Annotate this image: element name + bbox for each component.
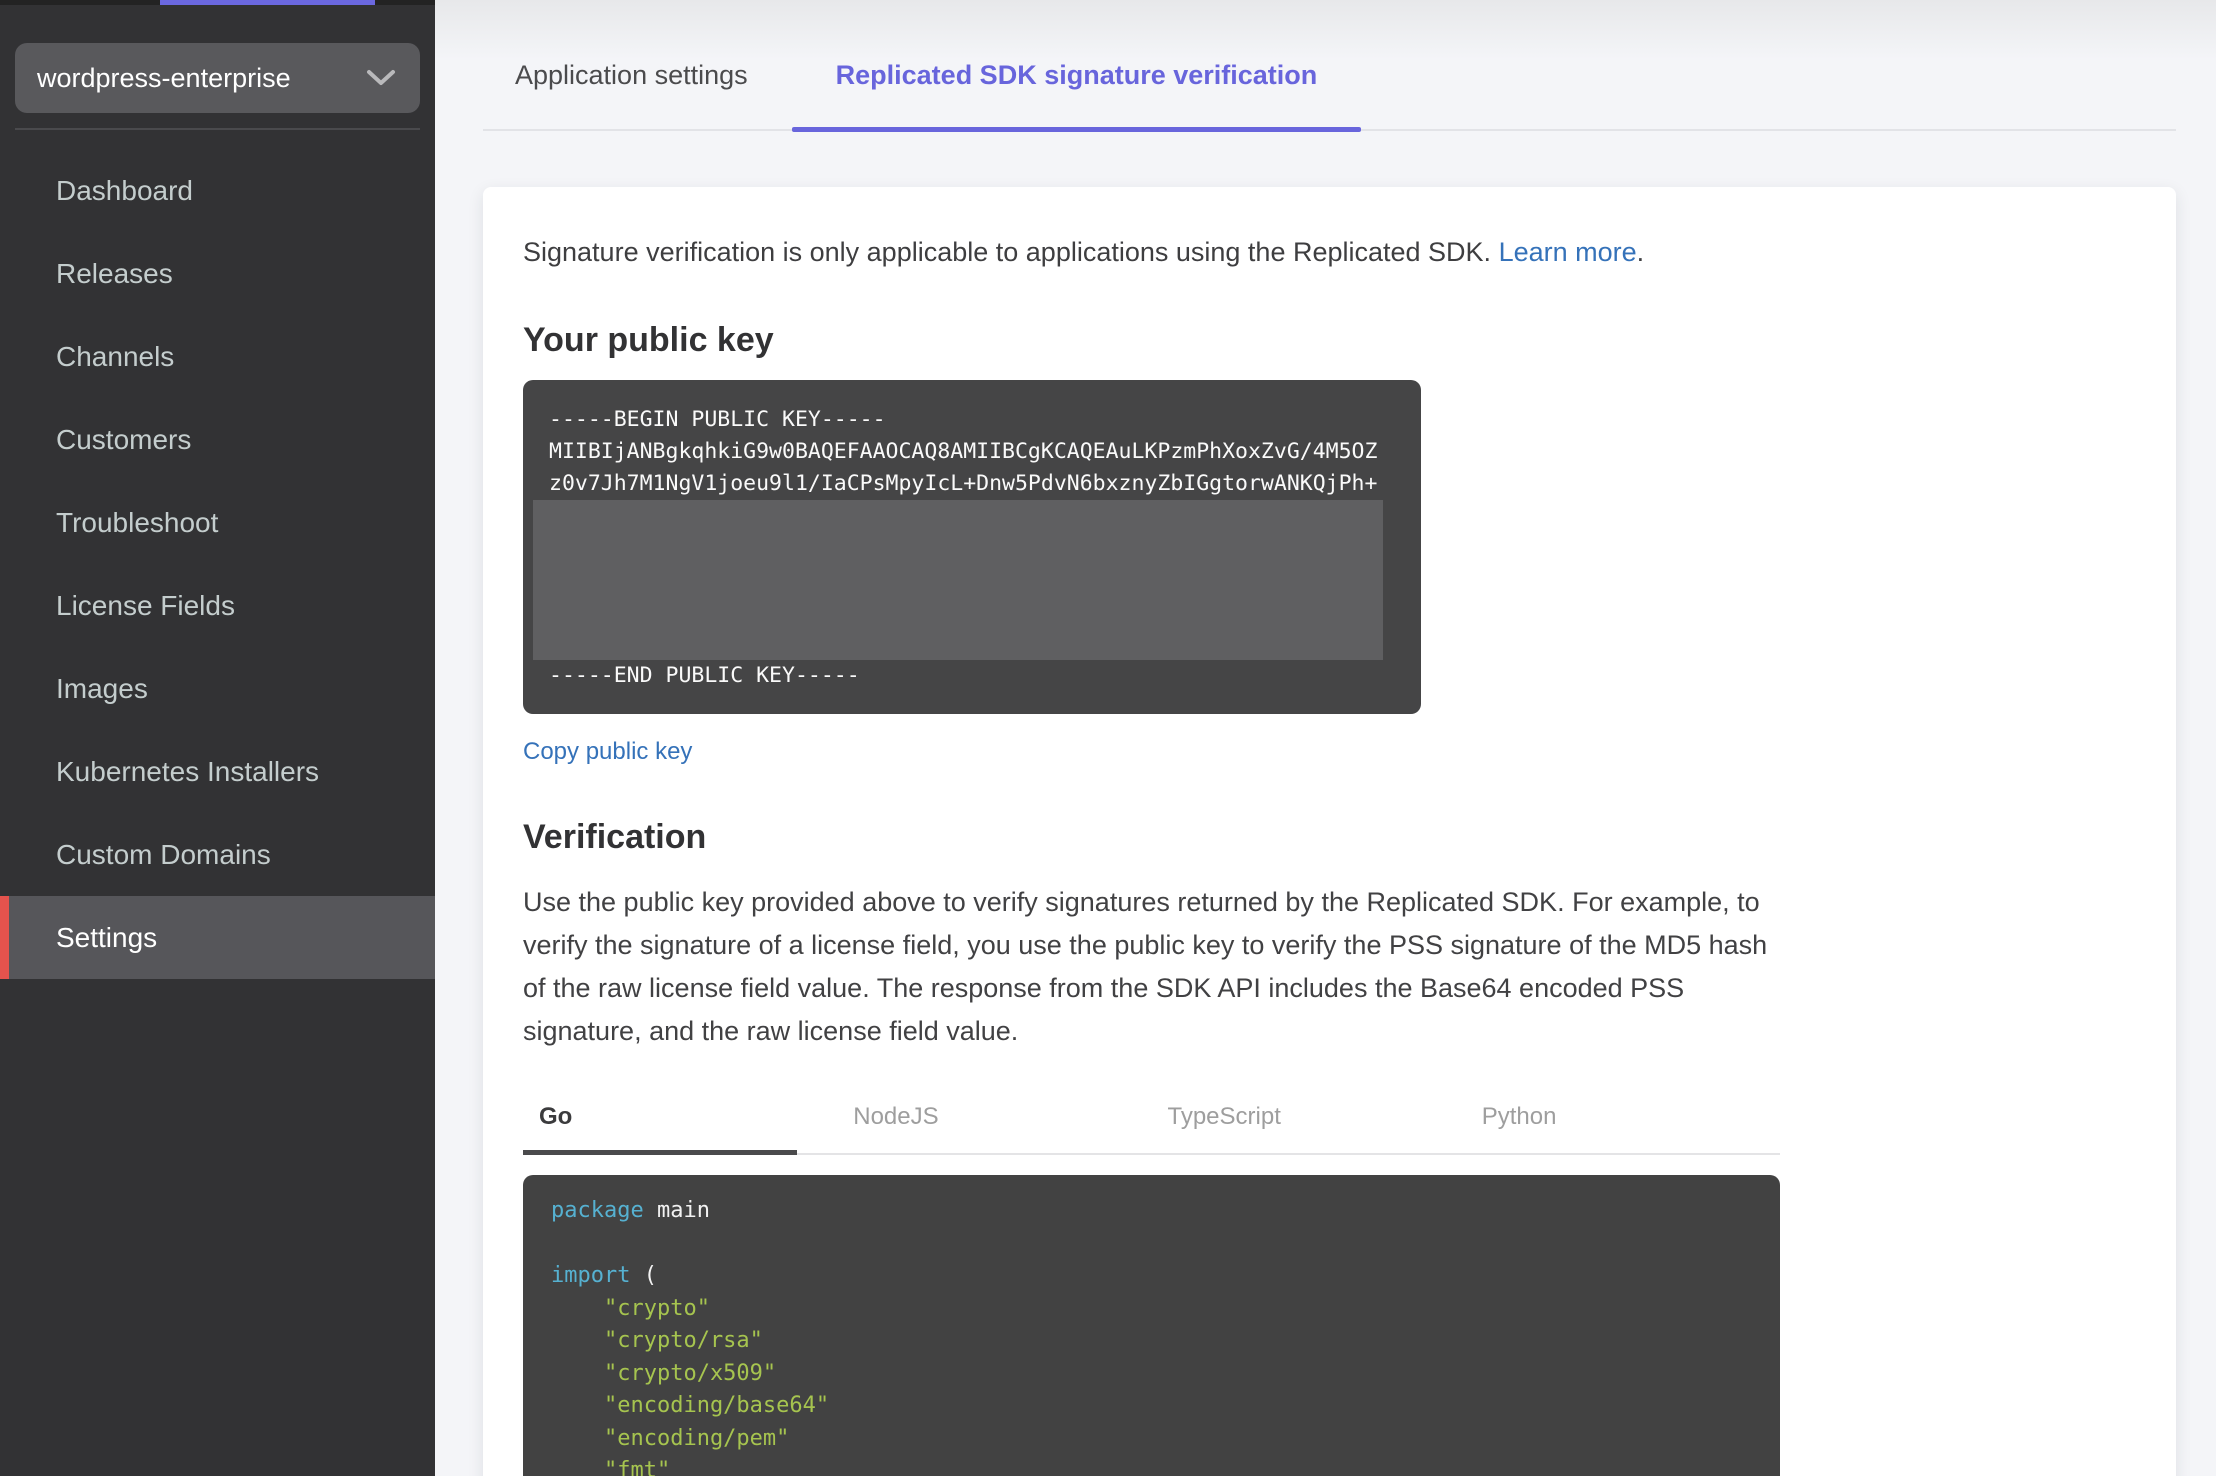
- top-progress-strip: [0, 0, 435, 5]
- code-line: package main: [523, 1195, 1780, 1228]
- copy-public-key-link[interactable]: Copy public key: [523, 738, 692, 766]
- intro-text: Signature verification is only applicabl…: [523, 235, 2136, 269]
- code-line: "encoding/pem": [523, 1423, 1780, 1456]
- public-key-heading: Your public key: [523, 321, 774, 359]
- redacted-key-area: [533, 500, 1383, 660]
- language-tabs: Go NodeJS TypeScript Python: [523, 1089, 1780, 1155]
- code-line: "crypto/x509": [523, 1358, 1780, 1391]
- code-token: "crypto/rsa": [551, 1328, 763, 1353]
- sidebar-item-customers[interactable]: Customers: [0, 398, 435, 481]
- code-line: import (: [523, 1260, 1780, 1293]
- sidebar-item-releases[interactable]: Releases: [0, 232, 435, 315]
- verification-heading: Verification: [523, 818, 707, 856]
- sidebar-item-custom-domains[interactable]: Custom Domains: [0, 813, 435, 896]
- sidebar-item-license-fields[interactable]: License Fields: [0, 564, 435, 647]
- tab-typescript[interactable]: TypeScript: [1152, 1089, 1466, 1153]
- code-line: "crypto": [523, 1293, 1780, 1326]
- sidebar-item-settings[interactable]: Settings: [0, 896, 435, 979]
- code-token: "encoding/pem": [551, 1425, 790, 1451]
- code-line: "fmt": [523, 1455, 1780, 1476]
- page: wordpress-enterprise Dashboard Releases …: [0, 0, 2216, 1476]
- sidebar-nav: Dashboard Releases Channels Customers Tr…: [0, 149, 435, 979]
- code-token: "fmt": [551, 1458, 671, 1476]
- sidebar-item-dashboard[interactable]: Dashboard: [0, 149, 435, 232]
- sidebar: wordpress-enterprise Dashboard Releases …: [0, 0, 435, 1476]
- intro-sentence: Signature verification is only applicabl…: [523, 237, 1499, 267]
- learn-more-link[interactable]: Learn more: [1499, 237, 1637, 267]
- tab-nodejs[interactable]: NodeJS: [837, 1089, 1151, 1153]
- settings-tabs: Application settings Replicated SDK sign…: [483, 0, 2176, 132]
- main-content: Application settings Replicated SDK sign…: [435, 0, 2216, 1476]
- code-token: "encoding/base64": [551, 1393, 830, 1418]
- code-token: (: [643, 1263, 657, 1288]
- code-line: "crypto/rsa": [523, 1325, 1780, 1358]
- verification-description: Use the public key provided above to ver…: [523, 887, 1768, 1046]
- chevron-down-icon: [366, 63, 396, 94]
- app-selector-label: wordpress-enterprise: [37, 62, 291, 93]
- tab-python[interactable]: Python: [1466, 1089, 1780, 1153]
- sidebar-item-kubernetes-installers[interactable]: Kubernetes Installers: [0, 730, 435, 813]
- intro-period: .: [1636, 237, 1645, 267]
- key-begin-line: -----BEGIN PUBLIC KEY-----: [549, 407, 886, 432]
- key-line: z0v7Jh7M1NgV1joeu9l1/IaCPsMpyIcL+Dnw5Pdv…: [549, 471, 1378, 496]
- progress-bar: [160, 0, 375, 5]
- tab-go[interactable]: Go: [523, 1089, 837, 1155]
- code-token: "crypto": [551, 1295, 710, 1321]
- tab-sdk-signature-verification[interactable]: Replicated SDK signature verification: [791, 40, 1362, 132]
- code-token: main: [656, 1198, 710, 1223]
- signature-verification-card: Signature verification is only applicabl…: [483, 187, 2176, 1476]
- app-selector-dropdown[interactable]: wordpress-enterprise: [15, 43, 420, 113]
- tab-application-settings[interactable]: Application settings: [483, 40, 792, 129]
- sidebar-divider: [15, 128, 420, 130]
- key-line: MIIBIjANBgkqhkiG9w0BAQEFAAOCAQ8AMIIBCgKC…: [549, 439, 1378, 464]
- sidebar-item-channels[interactable]: Channels: [0, 315, 435, 398]
- code-token: "crypto/x509": [551, 1360, 777, 1386]
- sidebar-item-images[interactable]: Images: [0, 647, 435, 730]
- public-key-block: -----BEGIN PUBLIC KEY----- MIIBIjANBgkqh…: [523, 380, 1421, 714]
- code-line: "encoding/base64": [523, 1390, 1780, 1423]
- code-token: package: [551, 1198, 657, 1223]
- key-end-line: -----END PUBLIC KEY-----: [549, 663, 860, 688]
- sidebar-item-troubleshoot[interactable]: Troubleshoot: [0, 481, 435, 564]
- code-token: import: [551, 1263, 644, 1288]
- go-code-block: package main import ( "crypto" "crypto/r…: [523, 1175, 1780, 1476]
